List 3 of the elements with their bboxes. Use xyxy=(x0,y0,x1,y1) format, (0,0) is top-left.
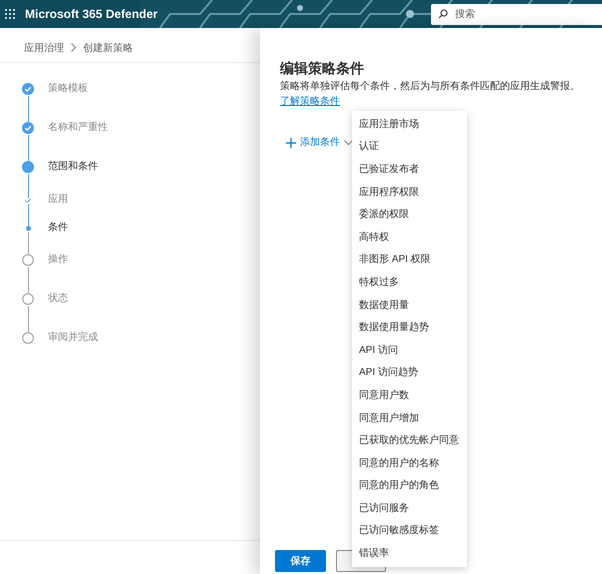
panel-title: 编辑策略条件 xyxy=(280,60,365,77)
panel-description: 策略将单独评估每个条件，然后为与所有条件匹配的应用生成警报。 了解策略条件 xyxy=(280,80,581,110)
app-title: Microsoft 365 Defender xyxy=(25,6,158,23)
